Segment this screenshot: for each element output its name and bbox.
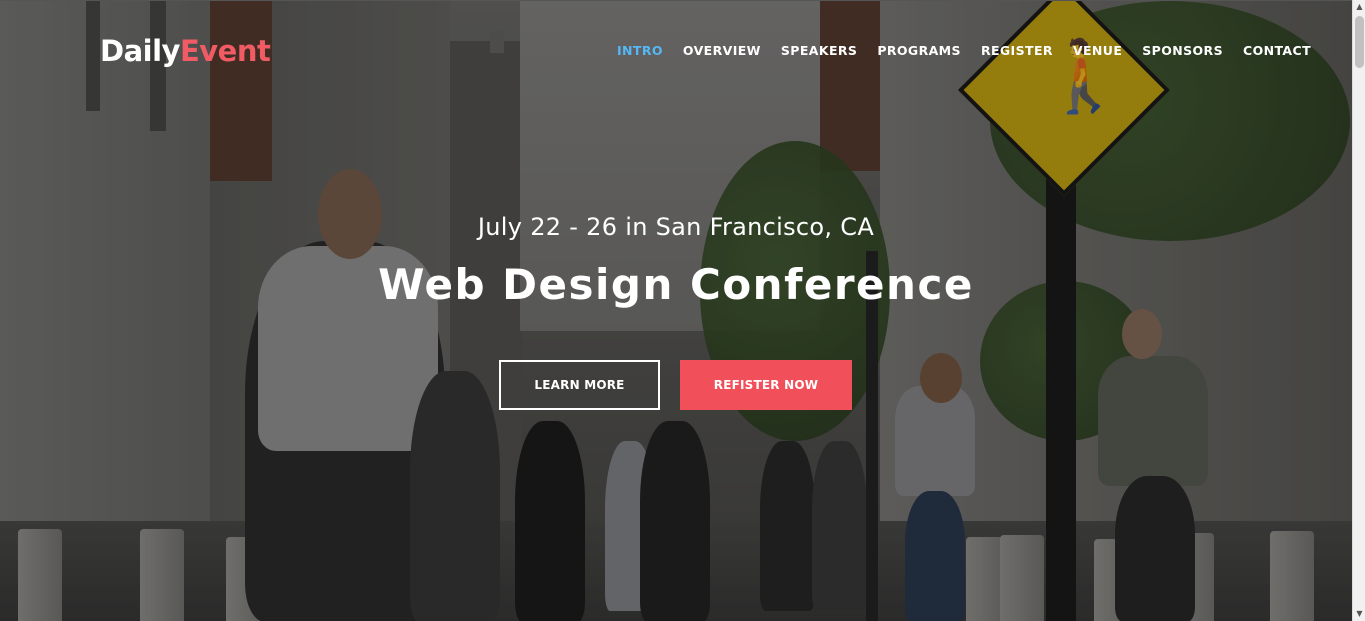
nav-item-intro[interactable]: INTRO — [607, 43, 673, 58]
scroll-up-arrow-icon[interactable]: ▲ — [1353, 0, 1365, 14]
register-now-button[interactable]: REFISTER NOW — [680, 360, 852, 410]
hero-background: 🚶 — [0, 0, 1352, 621]
nav-item-overview[interactable]: OVERVIEW — [673, 43, 771, 58]
nav-item-venue[interactable]: VENUE — [1063, 43, 1132, 58]
nav-item-contact[interactable]: CONTACT — [1233, 43, 1321, 58]
nav-item-register[interactable]: REGISTER — [971, 43, 1063, 58]
hero-title: Web Design Conference — [378, 260, 974, 309]
scrollbar-thumb[interactable] — [1355, 16, 1364, 68]
site-logo[interactable]: DailyEvent — [100, 34, 271, 68]
hero-dark-overlay — [0, 1, 1352, 621]
learn-more-button[interactable]: LEARN MORE — [499, 360, 660, 410]
nav-item-sponsors[interactable]: SPONSORS — [1132, 43, 1233, 58]
vertical-scrollbar[interactable]: ▲ ▼ — [1352, 0, 1365, 621]
scroll-down-arrow-icon[interactable]: ▼ — [1353, 607, 1365, 621]
nav-item-programs[interactable]: PROGRAMS — [867, 43, 971, 58]
logo-text-event: Event — [179, 34, 271, 68]
hero-subtitle: July 22 - 26 in San Francisco, CA — [477, 213, 875, 241]
main-nav: INTRO OVERVIEW SPEAKERS PROGRAMS REGISTE… — [607, 43, 1321, 58]
nav-item-speakers[interactable]: SPEAKERS — [771, 43, 867, 58]
logo-text-daily: Daily — [100, 34, 180, 68]
